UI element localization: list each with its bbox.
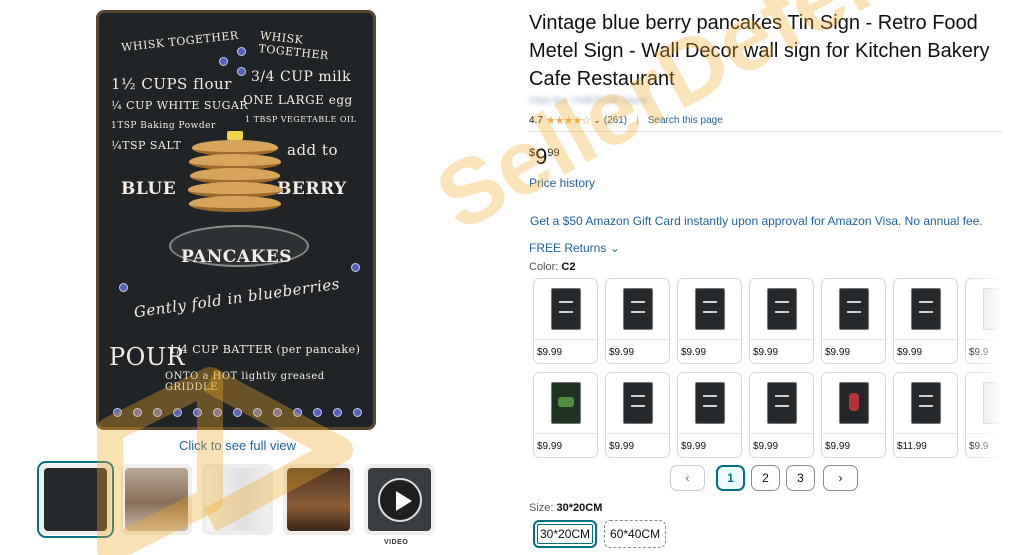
rating-count-link[interactable]: (261) bbox=[604, 115, 627, 126]
swatch-image bbox=[695, 288, 725, 330]
thumbnail-1[interactable] bbox=[37, 461, 114, 538]
thumbnail-3[interactable] bbox=[202, 464, 273, 535]
product-title: Vintage blue berry pancakes Tin Sign - R… bbox=[529, 12, 990, 90]
sign-line-2: ¼ CUP WHITE SUGAR bbox=[111, 99, 249, 112]
pancake-stack-graphic bbox=[187, 131, 283, 212]
color-label-row: Color: C2 bbox=[529, 261, 575, 273]
swatch-image bbox=[839, 382, 869, 424]
swatch-price: $9.99 bbox=[537, 347, 563, 358]
color-swatch[interactable]: $9.99 bbox=[677, 372, 742, 458]
swatch-image bbox=[551, 382, 581, 424]
swatch-image bbox=[767, 288, 797, 330]
thumbnail-4[interactable] bbox=[283, 464, 354, 535]
swatch-price: $9.99 bbox=[537, 441, 563, 452]
swatch-image bbox=[911, 288, 941, 330]
sign-line-r3: 1 TBSP VEGETABLE OIL bbox=[245, 115, 357, 124]
color-label: Color: bbox=[529, 261, 559, 273]
page-1-button[interactable]: 1 bbox=[716, 465, 745, 491]
sign-line-4: ¼TSP SALT bbox=[111, 139, 182, 152]
sign-line-r4: add to bbox=[287, 141, 338, 159]
star-rating-icon[interactable]: ★★★★☆ bbox=[546, 114, 591, 127]
swatch-price: $9.99 bbox=[753, 441, 779, 452]
size-options: 30*20CM 60*40CM bbox=[533, 520, 667, 548]
swatch-image bbox=[551, 288, 581, 330]
rating-value: 4.7 bbox=[529, 115, 543, 126]
play-icon bbox=[378, 478, 422, 522]
color-swatch[interactable]: $9.99 bbox=[677, 278, 742, 364]
rating-row: 4.7 ★★★★☆ ⌄ (261) | Search this page bbox=[529, 114, 723, 127]
price: $ 9 99 bbox=[529, 144, 560, 170]
size-option-30x20[interactable]: 30*20CM bbox=[533, 520, 598, 548]
sign-blue: BLUE bbox=[121, 179, 177, 199]
prev-page-button[interactable]: ‹ bbox=[670, 465, 705, 491]
divider-line bbox=[529, 131, 1003, 132]
free-returns-label: FREE Returns bbox=[529, 241, 607, 255]
swatch-price: $9.99 bbox=[825, 347, 851, 358]
swatch-price: $9.99 bbox=[609, 441, 635, 452]
color-swatch[interactable]: $9.99 bbox=[893, 278, 958, 364]
color-swatch[interactable]: $9.99 bbox=[533, 372, 598, 458]
swatch-image bbox=[839, 288, 869, 330]
color-swatch[interactable]: $9.99 bbox=[749, 278, 814, 364]
swatch-price: $9.99 bbox=[825, 441, 851, 452]
swatch-image bbox=[623, 288, 653, 330]
swatch-price: $9.99 bbox=[681, 441, 707, 452]
swatch-price: $9.99 bbox=[753, 347, 779, 358]
page-3-button[interactable]: 3 bbox=[786, 465, 815, 491]
video-label: VIDEO bbox=[384, 539, 409, 546]
swatch-image bbox=[623, 382, 653, 424]
next-page-button[interactable]: › bbox=[823, 465, 858, 491]
sign-whisk-right: WHISK TOGETHER bbox=[257, 29, 330, 63]
store-link[interactable]: Visit the YMEPOR Store bbox=[529, 95, 648, 107]
divider: | bbox=[636, 115, 639, 126]
price-history-link[interactable]: Price history bbox=[529, 176, 595, 190]
thumbnail-strip bbox=[37, 461, 435, 538]
sign-line-1: 1½ CUPS flour bbox=[111, 75, 232, 93]
swatch-pager: ‹ 1 2 3 › bbox=[670, 465, 858, 491]
color-swatch[interactable]: $9.99 bbox=[821, 372, 886, 458]
color-swatch[interactable]: $9.99 bbox=[605, 278, 670, 364]
chevron-down-icon: ⌄ bbox=[609, 241, 620, 255]
size-selected: 30*20CM bbox=[556, 502, 603, 514]
see-full-view-link[interactable]: Click to see full view bbox=[179, 438, 296, 453]
sign-pancakes: PANCAKES bbox=[181, 247, 293, 267]
sign-cup-batter: 1/4 CUP BATTER (per pancake) bbox=[169, 343, 361, 356]
price-whole: 9 bbox=[535, 144, 548, 169]
sign-gently: Gently fold in blueberries bbox=[132, 274, 341, 322]
thumbnail-video[interactable] bbox=[364, 464, 435, 535]
sign-berry: BERRY bbox=[277, 179, 347, 199]
color-swatch[interactable]: $9.99 bbox=[749, 372, 814, 458]
sign-whisk-left: WHISK TOGETHER bbox=[120, 28, 240, 55]
color-swatch[interactable]: $9.99 bbox=[605, 372, 670, 458]
sign-line-r2: ONE LARGE egg bbox=[243, 93, 353, 107]
size-label: Size: bbox=[529, 502, 554, 514]
swatch-image bbox=[911, 382, 941, 424]
search-page-link[interactable]: Search this page bbox=[648, 115, 723, 126]
swatch-price: $9.99 bbox=[609, 347, 635, 358]
page-2-button[interactable]: 2 bbox=[751, 465, 780, 491]
swatch-price: $9.99 bbox=[681, 347, 707, 358]
size-option-60x40[interactable]: 60*40CM bbox=[604, 520, 667, 548]
color-swatch[interactable]: $11.99 bbox=[893, 372, 958, 458]
size-label-row: Size: 30*20CM bbox=[529, 502, 602, 514]
sign-line-3: 1TSP Baking Powder bbox=[111, 121, 216, 131]
color-swatches: $9.99$9.99$9.99$9.99$9.99$9.99$9.9$9.99$… bbox=[533, 278, 999, 458]
color-selected: C2 bbox=[561, 261, 576, 273]
swatch-price: $9.99 bbox=[897, 347, 923, 358]
price-fraction: 99 bbox=[547, 147, 560, 159]
color-swatch[interactable]: $9.99 bbox=[821, 278, 886, 364]
color-swatch[interactable]: $9.99 bbox=[533, 278, 598, 364]
promo-link[interactable]: Get a $50 Amazon Gift Card instantly upo… bbox=[530, 214, 983, 228]
main-product-image[interactable]: WHISK TOGETHER WHISK TOGETHER 1½ CUPS fl… bbox=[96, 10, 376, 430]
swatch-price: $11.99 bbox=[897, 441, 927, 452]
chevron-down-icon[interactable]: ⌄ bbox=[593, 115, 601, 126]
thumbnail-2[interactable] bbox=[121, 464, 192, 535]
sign-line-r1: 3/4 CUP milk bbox=[251, 69, 352, 85]
free-returns-link[interactable]: FREE Returns ⌄ bbox=[529, 241, 620, 255]
sign-onto: ONTO a HOT lightly greased GRIDDLE bbox=[165, 371, 325, 393]
swatch-image bbox=[767, 382, 797, 424]
swatch-image bbox=[695, 382, 725, 424]
